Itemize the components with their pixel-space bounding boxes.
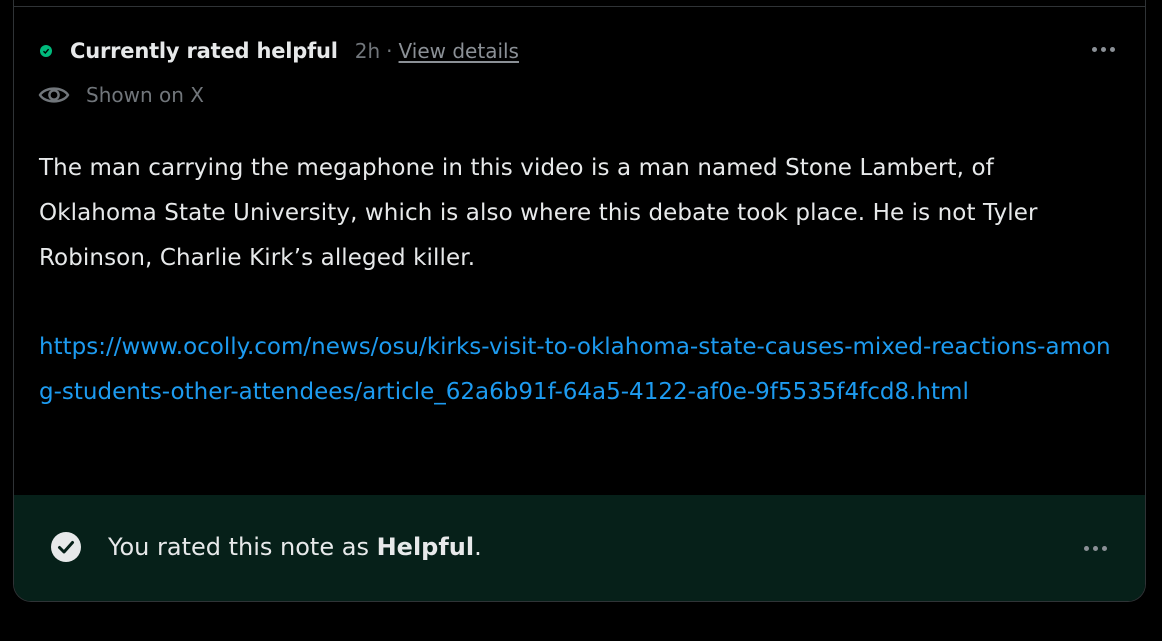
more-horizontal-icon	[1091, 46, 1097, 52]
shown-on-x-label: Shown on X	[86, 83, 204, 107]
status-label: Currently rated helpful	[70, 39, 338, 63]
separator: ·	[386, 39, 393, 63]
top-divider	[14, 6, 1145, 7]
note-timestamp: 2h	[354, 39, 381, 63]
rating-text: You rated this note as Helpful.	[108, 530, 482, 564]
more-options-button[interactable]	[1085, 34, 1121, 64]
note-body-text: The man carrying the megaphone in this v…	[39, 155, 1038, 271]
community-note-card: Currently rated helpful 2h · View detail…	[13, 0, 1146, 602]
rating-value: Helpful	[376, 533, 475, 561]
rating-more-options-button[interactable]	[1077, 533, 1113, 563]
check-circle-icon	[51, 532, 81, 562]
view-details-link[interactable]: View details	[399, 39, 519, 63]
note-status-row: Currently rated helpful 2h · View detail…	[40, 36, 519, 66]
rating-suffix: .	[474, 533, 482, 561]
rating-prefix: You rated this note as	[108, 533, 377, 561]
more-horizontal-icon	[1083, 545, 1089, 551]
status-dot-icon	[40, 45, 52, 57]
eye-icon	[38, 87, 70, 103]
visibility-row: Shown on X	[38, 80, 204, 110]
note-source-link[interactable]: https://www.ocolly.com/news/osu/kirks-vi…	[39, 325, 1119, 415]
user-rating-bar: You rated this note as Helpful.	[14, 495, 1145, 601]
